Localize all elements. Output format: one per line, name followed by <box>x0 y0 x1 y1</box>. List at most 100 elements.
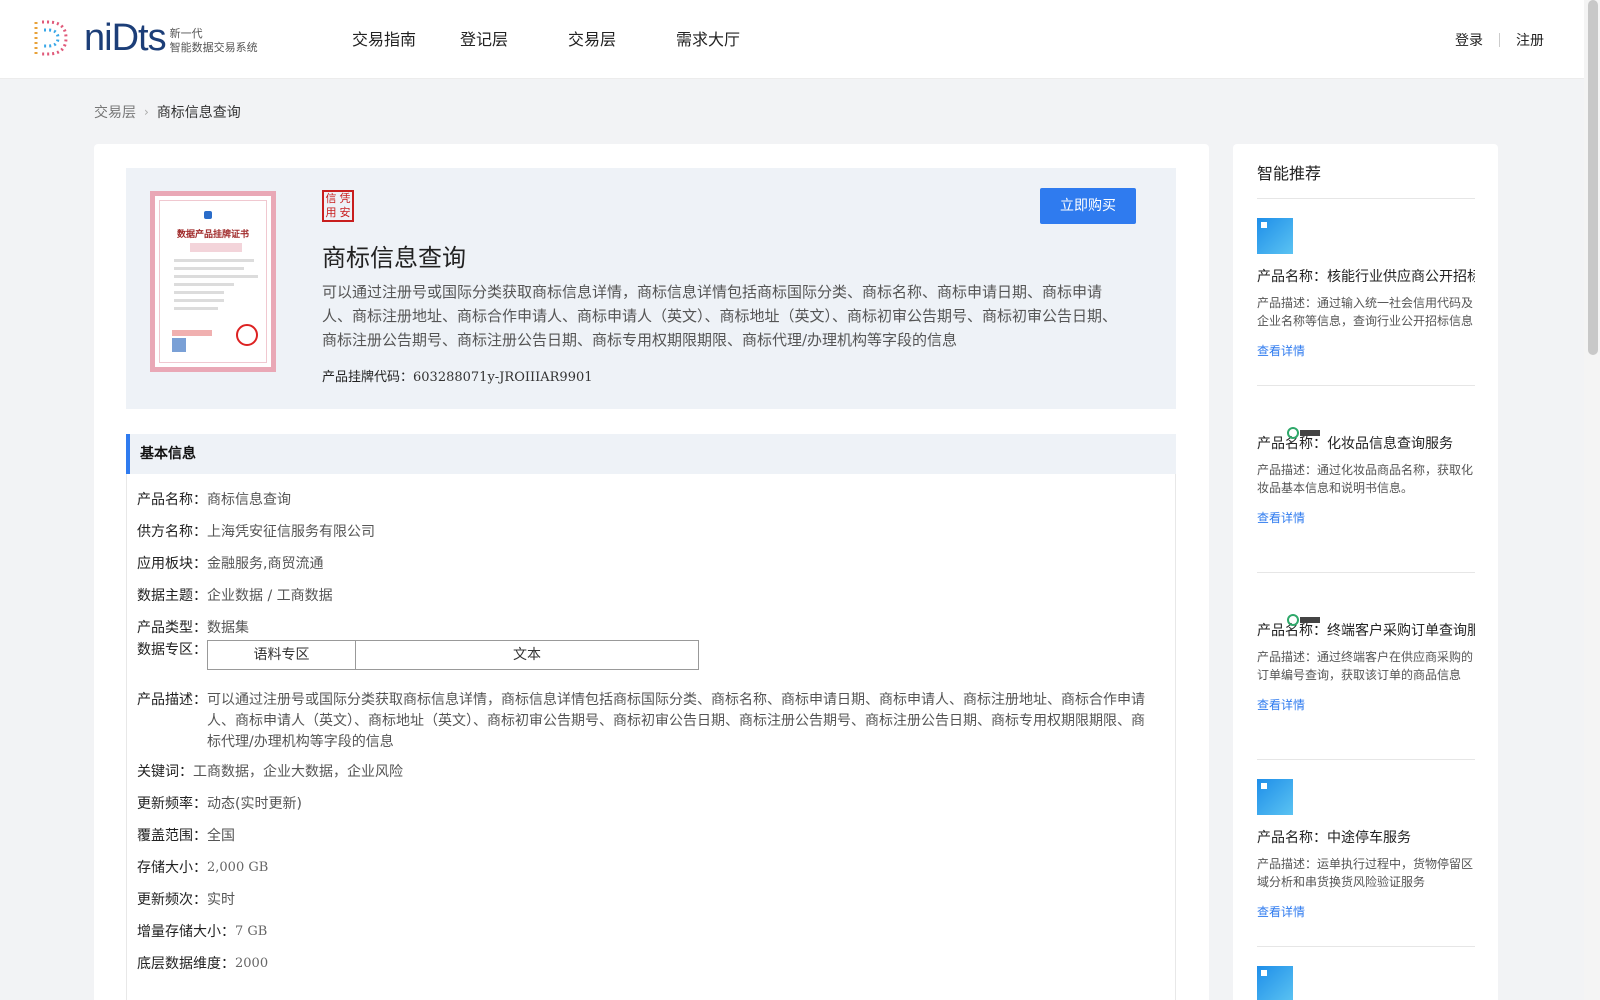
nav-item-guide[interactable]: 交易指南 <box>340 0 448 79</box>
view-details-link[interactable]: 查看详情 <box>1257 903 1475 920</box>
top-header: niDts 新一代 智能数据交易系统 交易指南 登记层 交易层 需求大厅 登录 … <box>0 0 1584 79</box>
vendor-logo-graphic <box>1287 614 1320 626</box>
breadcrumb-parent[interactable]: 交易层 <box>94 102 136 122</box>
info-row-storage-size: 存储大小： 2,000 GB <box>137 858 268 878</box>
field-value: 商标信息查询 <box>207 492 291 508</box>
field-label: 应用板块： <box>137 556 207 572</box>
info-row-sector: 应用板块： 金融服务,商贸流通 <box>137 554 323 574</box>
field-label: 数据专区： <box>137 642 207 658</box>
seal-char: 用 <box>325 206 337 219</box>
certificate-logo-icon <box>204 211 212 219</box>
qr-code-icon <box>172 338 186 352</box>
listing-code-value: 603288071y-JROIIIAR9901 <box>413 370 593 385</box>
info-row-zone: 数据专区： 语料专区 文本 <box>137 640 699 670</box>
buy-now-button[interactable]: 立即购买 <box>1040 188 1136 224</box>
field-label: 产品描述： <box>137 692 207 708</box>
field-value: 金融服务,商贸流通 <box>207 556 324 572</box>
certificate-title: 数据产品挂牌证书 <box>176 230 249 240</box>
logo-wordmark: niDts <box>84 17 167 59</box>
recommendation-card[interactable]: 产品名称：中途停车服务 产品描述：运单执行过程中，货物停留区域分析和串货换货风险… <box>1257 779 1475 920</box>
vendor-logo-icon <box>1287 610 1323 630</box>
page-scrollbar[interactable] <box>1584 0 1600 1000</box>
info-row-update-times: 更新频次： 实时 <box>137 890 235 910</box>
field-label: 更新频次： <box>137 892 207 908</box>
certificate-line <box>174 307 218 310</box>
field-value: 企业数据 / 工商数据 <box>207 588 333 604</box>
scrollbar-thumb[interactable] <box>1588 0 1598 355</box>
nav-item-demand-hall[interactable]: 需求大厅 <box>664 0 752 79</box>
recommendation-card[interactable]: 产品名称：终端客户采购订单查询服务 产品描述：通过终端客户在供应商采购的订单编号… <box>1257 592 1475 713</box>
nav-item-trading[interactable]: 交易层 <box>556 0 664 79</box>
view-details-link[interactable]: 查看详情 <box>1257 696 1475 713</box>
info-row-incremental-storage: 增量存储大小： 7 GB <box>137 922 267 942</box>
logo-subtitle-line1: 新一代 <box>169 27 203 40</box>
view-details-link[interactable]: 查看详情 <box>1257 342 1475 359</box>
sidebar-divider <box>1257 198 1475 199</box>
product-thumbnail <box>1257 966 1293 1000</box>
sidebar-divider <box>1257 572 1475 573</box>
zone-table: 语料专区 文本 <box>207 640 699 670</box>
breadcrumb: 交易层 › 商标信息查询 <box>94 102 241 122</box>
field-value: 数据集 <box>207 620 249 636</box>
sidebar-divider <box>1257 759 1475 760</box>
field-value: 上海凭安征信服务有限公司 <box>207 524 375 540</box>
nav-item-registration[interactable]: 登记层 <box>448 0 556 79</box>
chevron-right-icon: › <box>144 105 149 119</box>
field-value: 实时 <box>207 892 235 908</box>
recommendation-sidebar: 智能推荐 产品名称：核能行业供应商公开招标 产品描述：通过输入统一社会信用代码及… <box>1233 144 1498 1000</box>
product-header: 数据产品挂牌证书 信 凭 用 安 商标信息查询 可以通过注册号或国际分类获取商标… <box>126 168 1176 409</box>
logo-subtitle-line2: 智能数据交易系统 <box>169 41 258 54</box>
field-label: 产品名称： <box>137 492 207 508</box>
field-label: 存储大小： <box>137 860 207 876</box>
info-row-update-frequency: 更新频率： 动态(实时更新) <box>137 794 302 814</box>
site-logo[interactable]: niDts 新一代 智能数据交易系统 <box>30 18 258 58</box>
field-value: 可以通过注册号或国际分类获取商标信息详情，商标信息详情包括商标国际分类、商标名称… <box>207 692 1145 750</box>
info-row-data-dimension: 底层数据维度： 2000 <box>137 954 268 974</box>
sidebar-divider <box>1257 946 1475 947</box>
company-seal-icon: 信 凭 用 安 <box>322 190 354 222</box>
field-label: 更新频率： <box>137 796 207 812</box>
product-listing-code: 产品挂牌代码：603288071y-JROIIIAR9901 <box>322 366 593 385</box>
field-label: 底层数据维度： <box>137 956 235 972</box>
auth-links: 登录 注册 <box>1455 0 1544 79</box>
view-details-link[interactable]: 查看详情 <box>1257 509 1475 526</box>
recommendation-card[interactable]: 产品名称：核能行业供应商公开招标 产品描述：通过输入统一社会信用代码及企业名称等… <box>1257 218 1475 359</box>
breadcrumb-current: 商标信息查询 <box>156 105 241 121</box>
recommendation-desc: 产品描述：通过输入统一社会信用代码及企业名称等信息，查询行业公开招标信息 <box>1257 296 1474 328</box>
field-value: 2,000 GB <box>207 860 269 875</box>
logo-d-icon <box>34 20 68 56</box>
recommendation-name: 产品名称：核能行业供应商公开招标 <box>1257 269 1475 285</box>
login-link[interactable]: 登录 <box>1455 30 1483 50</box>
recommendation-card[interactable]: 产品名称：化妆品信息查询服务 产品描述：通过化妆品商品名称，获取化妆品基本信息和… <box>1257 405 1475 526</box>
logo-subtitle: 新一代 智能数据交易系统 <box>170 21 258 55</box>
certificate-line <box>174 267 244 270</box>
field-label: 产品类型： <box>137 620 207 636</box>
info-row-coverage: 覆盖范围： 全国 <box>137 826 235 846</box>
auth-separator <box>1499 32 1500 47</box>
certificate-line <box>174 283 234 286</box>
seal-char: 安 <box>339 206 351 219</box>
certificate-line <box>174 259 254 262</box>
info-row-topic: 数据主题： 企业数据 / 工商数据 <box>137 586 333 606</box>
product-thumbnail <box>1257 218 1293 254</box>
certificate-name-band <box>190 243 242 252</box>
seal-char: 信 <box>325 192 337 205</box>
certificate-line <box>174 291 224 294</box>
certificate-stamp-text <box>172 330 212 336</box>
sidebar-title: 智能推荐 <box>1257 164 1322 183</box>
certificate-image[interactable]: 数据产品挂牌证书 <box>150 191 276 372</box>
info-row-product-name: 产品名称： 商标信息查询 <box>137 490 291 510</box>
section-title-basic-info: 基本信息 <box>126 434 1176 474</box>
recommendation-card[interactable] <box>1257 966 1475 1000</box>
info-row-supplier: 供方名称： 上海凭安征信服务有限公司 <box>137 522 375 542</box>
field-label: 供方名称： <box>137 524 207 540</box>
recommendation-desc: 产品描述：运单执行过程中，货物停留区域分析和串货换货风险验证服务 <box>1257 857 1474 889</box>
field-label: 关键词： <box>137 764 193 780</box>
product-summary: 可以通过注册号或国际分类获取商标信息详情，商标信息详情包括商标国际分类、商标名称… <box>322 283 1118 349</box>
certificate-line <box>174 275 258 278</box>
certificate-body: 数据产品挂牌证书 <box>159 200 267 363</box>
product-thumbnail <box>1257 779 1293 815</box>
field-label: 数据主题： <box>137 588 207 604</box>
register-link[interactable]: 注册 <box>1516 30 1544 50</box>
product-detail-card: 数据产品挂牌证书 信 凭 用 安 商标信息查询 可以通过注册号或国际分类获取商标… <box>94 144 1209 1000</box>
